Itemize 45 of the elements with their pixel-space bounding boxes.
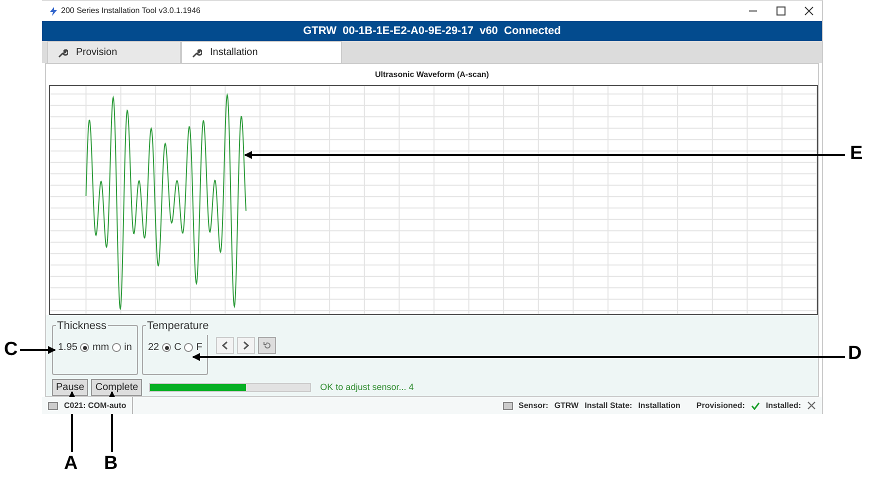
maximize-icon[interactable] <box>776 6 786 16</box>
unit-label: mm <box>92 341 110 356</box>
installed-label: Installed: <box>766 400 801 412</box>
tab[interactable]: Installation <box>181 41 342 64</box>
unit-label: in <box>124 341 132 356</box>
status-message: OK to adjust sensor... 4 <box>320 380 414 394</box>
install-state-label: Install State: <box>584 400 632 412</box>
header-text: GTRW 00-1B-1E-E2-A0-9E-29-17 v60 Connected <box>303 24 561 40</box>
radio-button[interactable] <box>80 343 90 352</box>
sensor-value: GTRW <box>554 400 579 412</box>
radio-button[interactable] <box>112 343 122 352</box>
action-button[interactable]: Complete <box>91 379 142 396</box>
port-icon <box>48 402 58 410</box>
chart-title: Ultrasonic Waveform (A-scan) <box>375 68 489 81</box>
annotation-letter: E <box>850 144 863 163</box>
group-title: Temperature <box>146 318 210 335</box>
wrench-icon <box>192 48 202 58</box>
port-text: C021: COM-auto <box>64 397 134 414</box>
value-text: 22 <box>148 341 160 356</box>
value-text: 1.95 <box>58 341 78 356</box>
annotation-letter: D <box>848 344 862 363</box>
window-title: 200 Series Installation Tool v3.0.1.1946 <box>61 5 201 18</box>
wrench-icon <box>58 48 68 58</box>
unit-label: C <box>174 341 182 356</box>
radio-button[interactable] <box>162 343 172 352</box>
chevron-left-icon <box>222 341 228 350</box>
reset-button[interactable] <box>258 337 276 354</box>
unit-label: F <box>196 341 202 356</box>
chevron-right-icon <box>243 341 250 350</box>
provisioned-label: Provisioned: <box>696 400 745 412</box>
undo-icon <box>262 341 272 350</box>
annotation-arrow <box>20 346 56 354</box>
install-state-value: Installation <box>638 400 680 412</box>
previous-button[interactable] <box>216 337 234 354</box>
tab[interactable]: Provision <box>47 41 181 64</box>
sensor-label: Sensor: <box>518 400 548 412</box>
sensor-icon <box>502 402 513 410</box>
action-button[interactable]: Pause <box>52 379 88 396</box>
annotation-letter: B <box>104 454 118 473</box>
radio-button[interactable] <box>184 343 194 352</box>
app-icon <box>50 6 57 16</box>
annotation-letter: A <box>64 454 78 473</box>
close-icon[interactable] <box>804 6 814 16</box>
annotation-letter: C <box>4 340 18 359</box>
next-button[interactable] <box>237 337 256 354</box>
